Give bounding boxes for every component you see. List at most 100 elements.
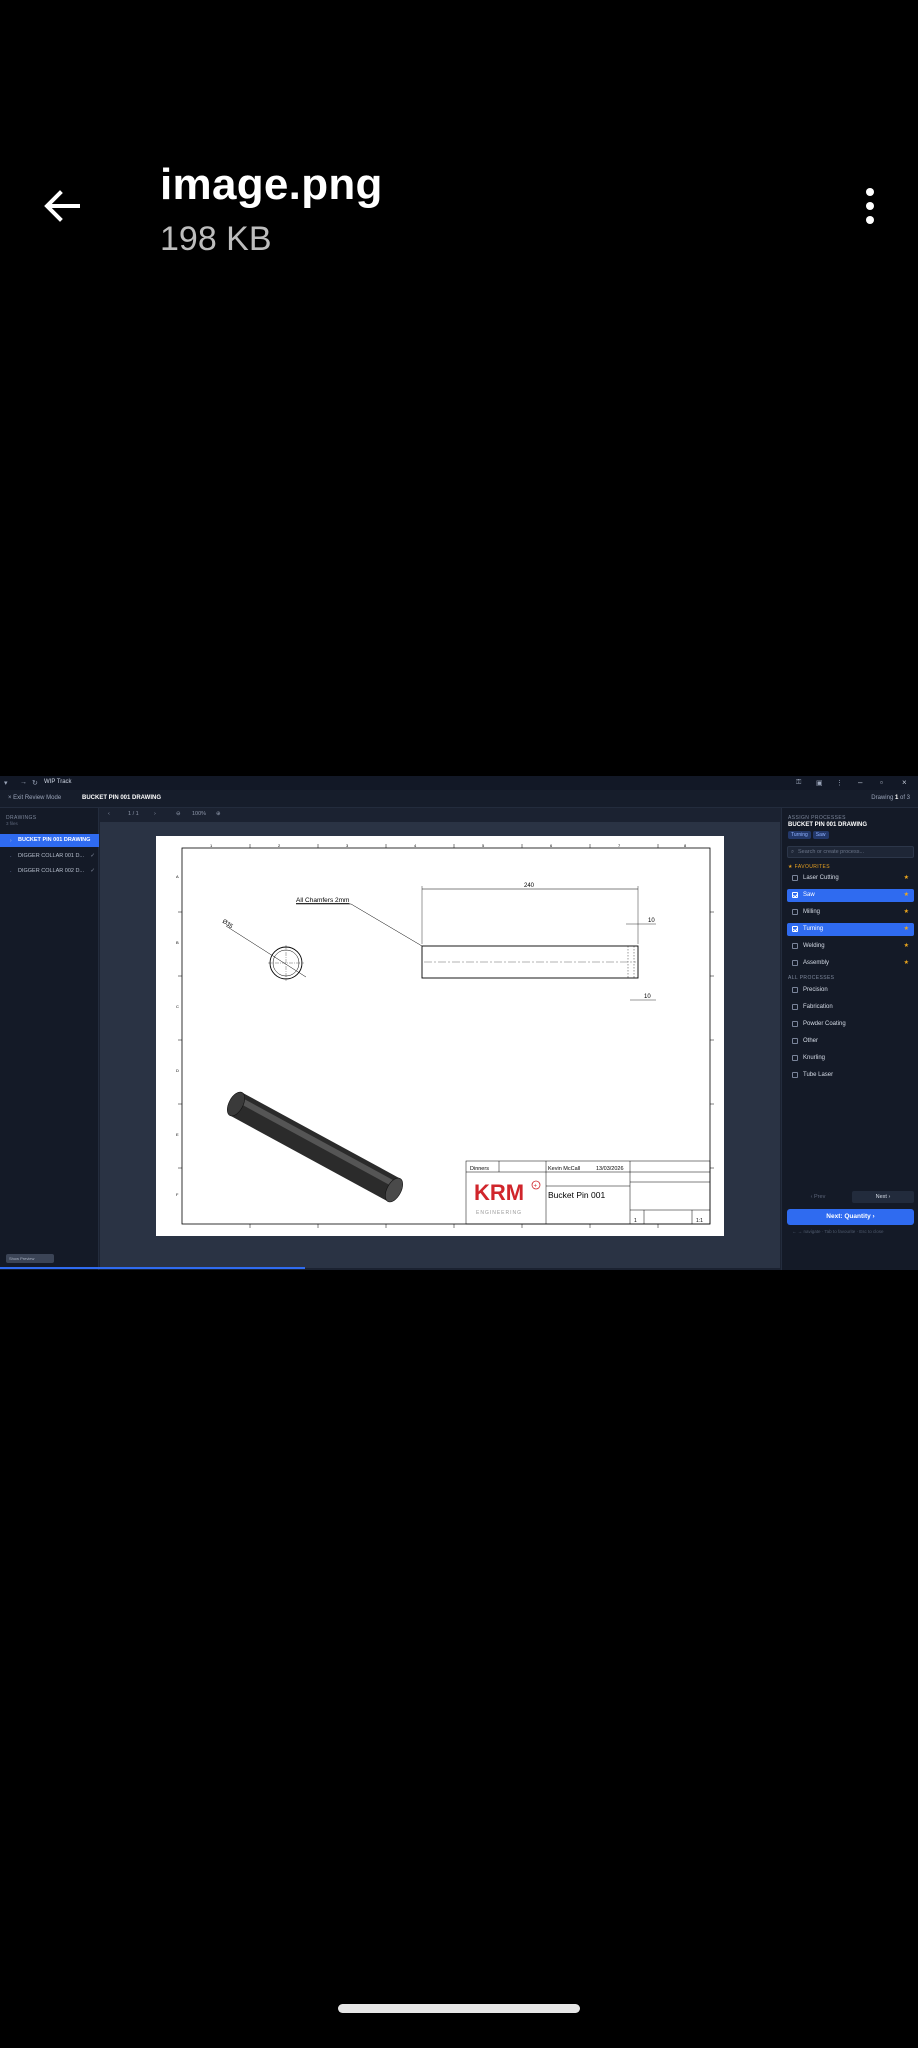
file-size: 198 KB bbox=[160, 220, 272, 258]
panel-document-title: BUCKET PIN 001 DRAWING bbox=[788, 822, 868, 828]
process-option[interactable]: Turning ★ bbox=[787, 923, 914, 936]
favourite-star-icon[interactable]: ★ bbox=[904, 891, 909, 898]
svg-text:2: 2 bbox=[278, 843, 281, 848]
chamfer-dimension-bottom: 10 bbox=[644, 994, 651, 1000]
back-arrow-icon[interactable] bbox=[38, 182, 86, 230]
logo-subtitle: ENGINEERING bbox=[476, 1210, 522, 1216]
checkbox[interactable] bbox=[792, 1004, 798, 1010]
page-indicator: 1 / 1 bbox=[128, 811, 139, 817]
checkbox[interactable] bbox=[792, 1055, 798, 1061]
zoom-level: 100% bbox=[192, 811, 207, 817]
process-option[interactable]: Knurling bbox=[787, 1052, 914, 1065]
prev-button[interactable]: ‹ Prev bbox=[787, 1191, 849, 1203]
process-option[interactable]: Precision bbox=[787, 984, 914, 997]
process-option[interactable]: Milling ★ bbox=[787, 906, 914, 919]
document-title: BUCKET PIN 001 DRAWING bbox=[82, 795, 162, 801]
krm-logo: KRM bbox=[474, 1180, 524, 1205]
all-processes-heading: ALL PROCESSES bbox=[788, 975, 835, 981]
status-button[interactable]: Show Preview bbox=[6, 1254, 54, 1263]
drawing-list-item[interactable]: › BUCKET PIN 001 DRAWING bbox=[0, 834, 99, 847]
review-header: × Exit Review Mode BUCKET PIN 001 DRAWIN… bbox=[0, 790, 918, 808]
drawing-canvas[interactable]: 1234 5678 ABCDEF Ø35 All Chamfers 2mm 24… bbox=[100, 822, 780, 1268]
checkbox[interactable] bbox=[792, 987, 798, 993]
zoom-in-icon[interactable]: ⊕ bbox=[216, 811, 221, 817]
checkbox[interactable] bbox=[792, 875, 798, 881]
technical-drawing: 1234 5678 ABCDEF Ø35 All Chamfers 2mm 24… bbox=[176, 843, 714, 1228]
drawing-list-item[interactable]: · DIGGER COLLAR 002 D... ✓ bbox=[0, 865, 99, 878]
process-option[interactable]: Other bbox=[787, 1035, 914, 1048]
exit-review-button[interactable]: × Exit Review Mode bbox=[8, 795, 61, 801]
key-icon[interactable]: ⚿ bbox=[796, 779, 801, 787]
checkbox[interactable] bbox=[792, 960, 798, 966]
assigned-tags: Turning Saw bbox=[788, 831, 831, 839]
checkbox[interactable] bbox=[792, 943, 798, 949]
next-page-icon[interactable]: › bbox=[154, 811, 156, 817]
checkbox[interactable] bbox=[792, 892, 798, 898]
minimize-icon[interactable]: – bbox=[858, 778, 862, 787]
layout-icon[interactable]: ▣ bbox=[816, 779, 823, 787]
nav-forward-icon[interactable]: → bbox=[20, 779, 27, 786]
svg-text:1: 1 bbox=[210, 843, 213, 848]
process-option[interactable]: Fabrication bbox=[787, 1001, 914, 1014]
next-button[interactable]: Next › bbox=[852, 1191, 914, 1203]
progress-bar bbox=[0, 1267, 305, 1269]
favourite-star-icon[interactable]: ★ bbox=[904, 959, 909, 966]
app-screenshot: ▾ → ↻ WIP Track ⚿ ▣ ⋮ – ▫ × × Exit Revie… bbox=[0, 776, 918, 1270]
length-dimension: 240 bbox=[524, 883, 535, 889]
process-option[interactable]: Welding ★ bbox=[787, 940, 914, 953]
more-options-icon[interactable] bbox=[860, 188, 880, 228]
drawing-navigation: ‹ Prev Next › bbox=[787, 1191, 914, 1203]
check-icon: ✓ bbox=[90, 868, 95, 874]
part-title: Bucket Pin 001 bbox=[548, 1190, 605, 1200]
drawing-list-item[interactable]: · DIGGER COLLAR 001 D... ✓ bbox=[0, 850, 99, 863]
gesture-home-bar[interactable] bbox=[338, 2004, 580, 2013]
process-search-input[interactable]: ⌕ Search or create process... bbox=[787, 846, 914, 858]
favourite-star-icon[interactable]: ★ bbox=[904, 942, 909, 949]
viewer-top-bar: image.png 198 KB bbox=[0, 0, 918, 300]
svg-text:E: E bbox=[176, 1132, 179, 1137]
svg-text:5: 5 bbox=[482, 843, 485, 848]
window-title-bar: ▾ → ↻ WIP Track ⚿ ▣ ⋮ – ▫ × bbox=[0, 776, 918, 790]
assign-processes-panel: ASSIGN PROCESSES BUCKET PIN 001 DRAWING … bbox=[781, 808, 918, 1270]
drawings-sidebar: DRAWINGS 3 files › BUCKET PIN 001 DRAWIN… bbox=[0, 808, 99, 1270]
process-option[interactable]: Laser Cutting ★ bbox=[787, 872, 914, 885]
checkbox[interactable] bbox=[792, 1072, 798, 1078]
svg-text:D: D bbox=[176, 1068, 179, 1073]
drawings-count: 3 files bbox=[6, 821, 18, 826]
checkbox[interactable] bbox=[792, 909, 798, 915]
favourites-heading: ★ FAVOURITES bbox=[788, 864, 830, 870]
svg-text:F: F bbox=[176, 1192, 179, 1197]
drawing-scale: 1:1 bbox=[696, 1218, 703, 1224]
viewer-toolbar: ‹ 1 / 1 › ⊖ 100% ⊕ bbox=[100, 808, 780, 822]
search-icon: ⌕ bbox=[791, 849, 795, 855]
close-window-icon[interactable]: × bbox=[902, 778, 907, 787]
window-title: WIP Track bbox=[44, 779, 72, 785]
zoom-out-icon[interactable]: ⊖ bbox=[176, 811, 181, 817]
prev-page-icon[interactable]: ‹ bbox=[108, 811, 110, 817]
process-tag[interactable]: Turning bbox=[788, 831, 811, 839]
svg-text:B: B bbox=[176, 940, 179, 945]
maximize-icon[interactable]: ▫ bbox=[880, 778, 883, 787]
favourite-star-icon[interactable]: ★ bbox=[904, 874, 909, 881]
checkbox[interactable] bbox=[792, 926, 798, 932]
favourite-star-icon[interactable]: ★ bbox=[904, 925, 909, 932]
checkbox[interactable] bbox=[792, 1021, 798, 1027]
chamfer-annotation: All Chamfers 2mm bbox=[296, 897, 349, 904]
checkbox[interactable] bbox=[792, 1038, 798, 1044]
drawing-sheet: 1234 5678 ABCDEF Ø35 All Chamfers 2mm 24… bbox=[156, 836, 724, 1236]
process-option[interactable]: Tube Laser bbox=[787, 1069, 914, 1082]
check-icon: ✓ bbox=[90, 853, 95, 859]
process-option[interactable]: Powder Coating bbox=[787, 1018, 914, 1031]
process-tag[interactable]: Saw bbox=[812, 831, 829, 839]
svg-text:3: 3 bbox=[346, 843, 349, 848]
sheet-number: 1 bbox=[634, 1218, 637, 1224]
refresh-icon[interactable]: ↻ bbox=[32, 779, 38, 787]
menu-icon[interactable]: ⋮ bbox=[836, 779, 843, 787]
process-option[interactable]: Saw ★ bbox=[787, 889, 914, 902]
chamfer-dimension-top: 10 bbox=[648, 918, 655, 924]
svg-text:7: 7 bbox=[618, 843, 621, 848]
favourite-star-icon[interactable]: ★ bbox=[904, 908, 909, 915]
next-quantity-button[interactable]: Next: Quantity › bbox=[787, 1209, 914, 1225]
svg-text:4: 4 bbox=[414, 843, 417, 848]
process-option[interactable]: Assembly ★ bbox=[787, 957, 914, 970]
